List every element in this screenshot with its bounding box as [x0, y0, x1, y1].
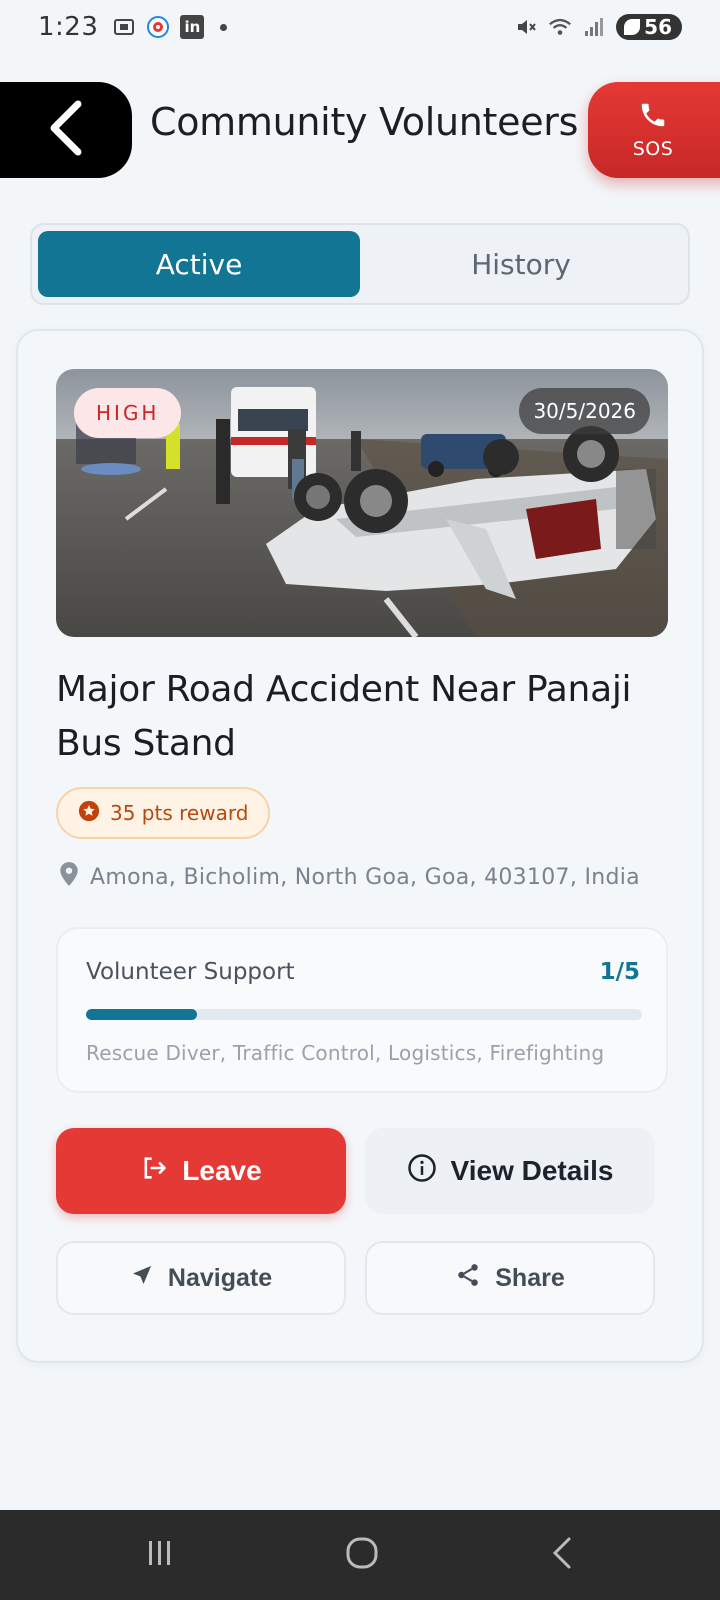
- location-row: Amona, Bicholim, North Goa, Goa, 403107,…: [58, 861, 640, 893]
- reward-badge: 35 pts reward: [56, 787, 271, 839]
- mute-icon: [514, 15, 538, 39]
- recent-apps-icon[interactable]: [143, 1536, 177, 1574]
- share-label: Share: [495, 1263, 565, 1292]
- support-progress-fill: [86, 1009, 198, 1020]
- phone-icon: [638, 100, 668, 134]
- info-icon: [407, 1153, 437, 1190]
- page-title: Community Volunteers: [150, 100, 579, 144]
- star-icon: [78, 800, 100, 827]
- notification-dot: [220, 23, 228, 31]
- reward-label: 35 pts reward: [110, 801, 249, 825]
- incident-card[interactable]: HIGH 30/5/2026 Major Road Accident Near …: [16, 329, 704, 1363]
- incident-title: Major Road Accident Near Panaji Bus Stan…: [56, 669, 632, 764]
- support-label: Volunteer Support: [86, 959, 295, 985]
- required-skills: Rescue Diver, Traffic Control, Logistics…: [86, 1041, 605, 1065]
- status-left-icons: in: [112, 15, 228, 39]
- leave-label: Leave: [182, 1155, 262, 1186]
- exit-icon: [140, 1154, 168, 1189]
- date-badge: 30/5/2026: [519, 388, 650, 434]
- support-progress-bar: [86, 1009, 642, 1020]
- wifi-icon: [548, 15, 572, 39]
- location-text: Amona, Bicholim, North Goa, Goa, 403107,…: [90, 864, 640, 890]
- linkedin-icon: in: [180, 15, 205, 39]
- status-right-icons: 56: [514, 14, 682, 40]
- tab-active[interactable]: Active: [38, 231, 360, 297]
- location-pin-icon: [58, 861, 80, 893]
- leave-button[interactable]: Leave: [56, 1128, 346, 1214]
- back-button[interactable]: [0, 82, 132, 178]
- volunteer-support-panel: Volunteer Support 1/5 Rescue Diver, Traf…: [56, 927, 668, 1093]
- signal-icon: [582, 15, 606, 39]
- chevron-left-icon: [44, 98, 88, 162]
- tab-history[interactable]: History: [360, 231, 682, 297]
- navigate-button[interactable]: Navigate: [56, 1241, 346, 1315]
- screenshot-icon: [112, 15, 136, 39]
- incident-photo: HIGH 30/5/2026: [56, 369, 668, 637]
- severity-badge: HIGH: [74, 388, 182, 438]
- tab-bar: Active History: [30, 223, 690, 305]
- battery-level: 56: [644, 15, 672, 39]
- view-details-label: View Details: [450, 1155, 614, 1186]
- back-nav-icon[interactable]: [547, 1535, 577, 1575]
- system-nav-bar: [0, 1510, 720, 1600]
- share-button[interactable]: Share: [365, 1241, 655, 1315]
- status-bar: 1:23 in 56: [0, 0, 720, 54]
- navigation-arrow-icon: [130, 1263, 154, 1294]
- support-count: 1/5: [599, 959, 640, 985]
- leaf-icon: [624, 19, 641, 35]
- app-icon: [146, 15, 170, 39]
- status-time: 1:23: [38, 12, 99, 42]
- sos-label: SOS: [632, 138, 674, 160]
- navigate-label: Navigate: [167, 1263, 273, 1292]
- view-details-button[interactable]: View Details: [365, 1128, 655, 1214]
- battery-icon: 56: [616, 14, 682, 40]
- home-icon[interactable]: [344, 1535, 380, 1575]
- share-icon: [455, 1262, 481, 1295]
- sos-button[interactable]: SOS: [588, 82, 720, 178]
